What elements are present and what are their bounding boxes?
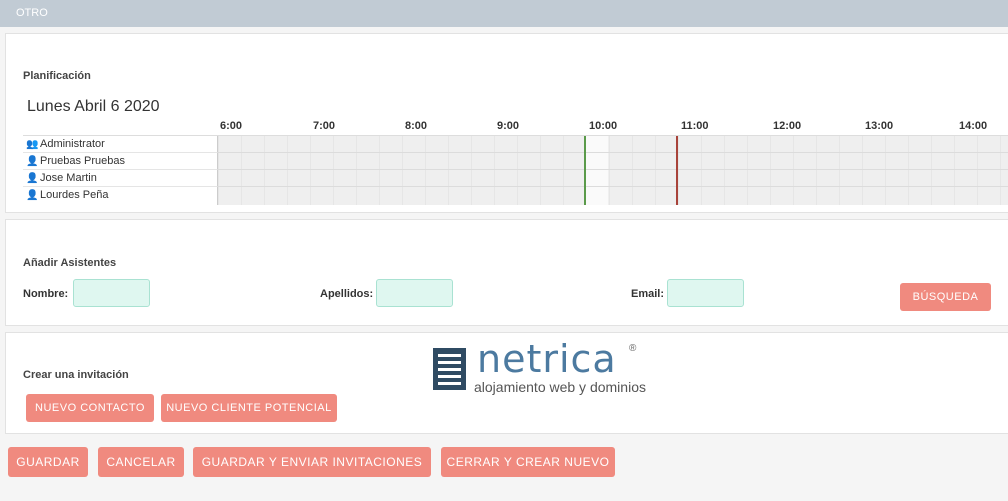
date-title: Lunes Abril 6 2020 [27, 98, 160, 115]
attendees-panel [5, 219, 1008, 326]
attendee-name: Lourdes Peña [40, 189, 109, 201]
nombre-label: Nombre: [23, 288, 69, 300]
hour-label: 10:00 [589, 120, 618, 132]
attendee-row-administrator: 👥 Administrator [23, 136, 217, 153]
nombre-input[interactable] [73, 279, 150, 307]
user-icon: 👤 [26, 173, 39, 184]
user-icon: 👤 [26, 156, 39, 167]
cancel-button[interactable]: CANCELAR [98, 447, 184, 477]
search-button[interactable]: BÚSQUEDA [900, 283, 991, 311]
new-contact-button[interactable]: NUEVO CONTACTO [26, 394, 154, 422]
new-lead-button[interactable]: NUEVO CLIENTE POTENCIAL [161, 394, 337, 422]
row-divider [217, 169, 1008, 170]
apellidos-label: Apellidos: [320, 288, 374, 300]
user-icon: 👤 [26, 190, 39, 201]
attendees-label: Añadir Asistentes [23, 257, 117, 269]
meeting-end-marker[interactable] [676, 136, 678, 205]
row-divider [217, 186, 1008, 187]
apellidos-input[interactable] [376, 279, 453, 307]
netrica-logo: netrica ® alojamiento web y dominios [433, 340, 673, 396]
logo-wordmark: netrica [477, 337, 617, 381]
hour-label: 7:00 [313, 120, 336, 132]
hour-label: 14:00 [959, 120, 988, 132]
email-input[interactable] [667, 279, 744, 307]
meeting-start-marker[interactable] [584, 136, 586, 205]
attendee-name: Pruebas Pruebas [40, 155, 125, 167]
attendee-row-jose-martin: 👤 Jose Martin [23, 170, 217, 187]
attendee-name: Jose Martin [40, 172, 97, 184]
row-divider [217, 152, 1008, 153]
section-header-otro: OTRO [0, 0, 1008, 27]
timeline-grid[interactable] [217, 136, 1008, 205]
attendee-row-pruebas: 👤 Pruebas Pruebas [23, 153, 217, 170]
registered-mark: ® [629, 343, 637, 354]
hour-label: 9:00 [497, 120, 520, 132]
hour-label: 8:00 [405, 120, 428, 132]
attendee-row-lourdes-pena: 👤 Lourdes Peña [23, 187, 217, 204]
hour-label: 6:00 [220, 120, 243, 132]
selected-slot [586, 136, 608, 205]
close-create-new-button[interactable]: CERRAR Y CREAR NUEVO [441, 447, 615, 477]
hour-label: 13:00 [865, 120, 894, 132]
hour-label: 12:00 [773, 120, 802, 132]
email-label: Email: [631, 288, 665, 300]
planning-label: Planificación [23, 70, 91, 82]
attendee-name: Administrator [40, 138, 105, 150]
invite-label: Crear una invitación [23, 369, 129, 381]
logo-tagline: alojamiento web y dominios [474, 379, 646, 395]
schedule-grid: 6:00 7:00 8:00 9:00 10:00 11:00 12:00 13… [23, 120, 1008, 205]
hour-label: 11:00 [681, 120, 709, 132]
users-icon: 👥 [26, 139, 39, 150]
attendee-names-column: 👥 Administrator 👤 Pruebas Pruebas 👤 Jose Ma… [23, 136, 217, 205]
server-icon [433, 348, 466, 390]
save-button[interactable]: GUARDAR [8, 447, 88, 477]
save-send-invitations-button[interactable]: GUARDAR Y ENVIAR INVITACIONES [193, 447, 431, 477]
